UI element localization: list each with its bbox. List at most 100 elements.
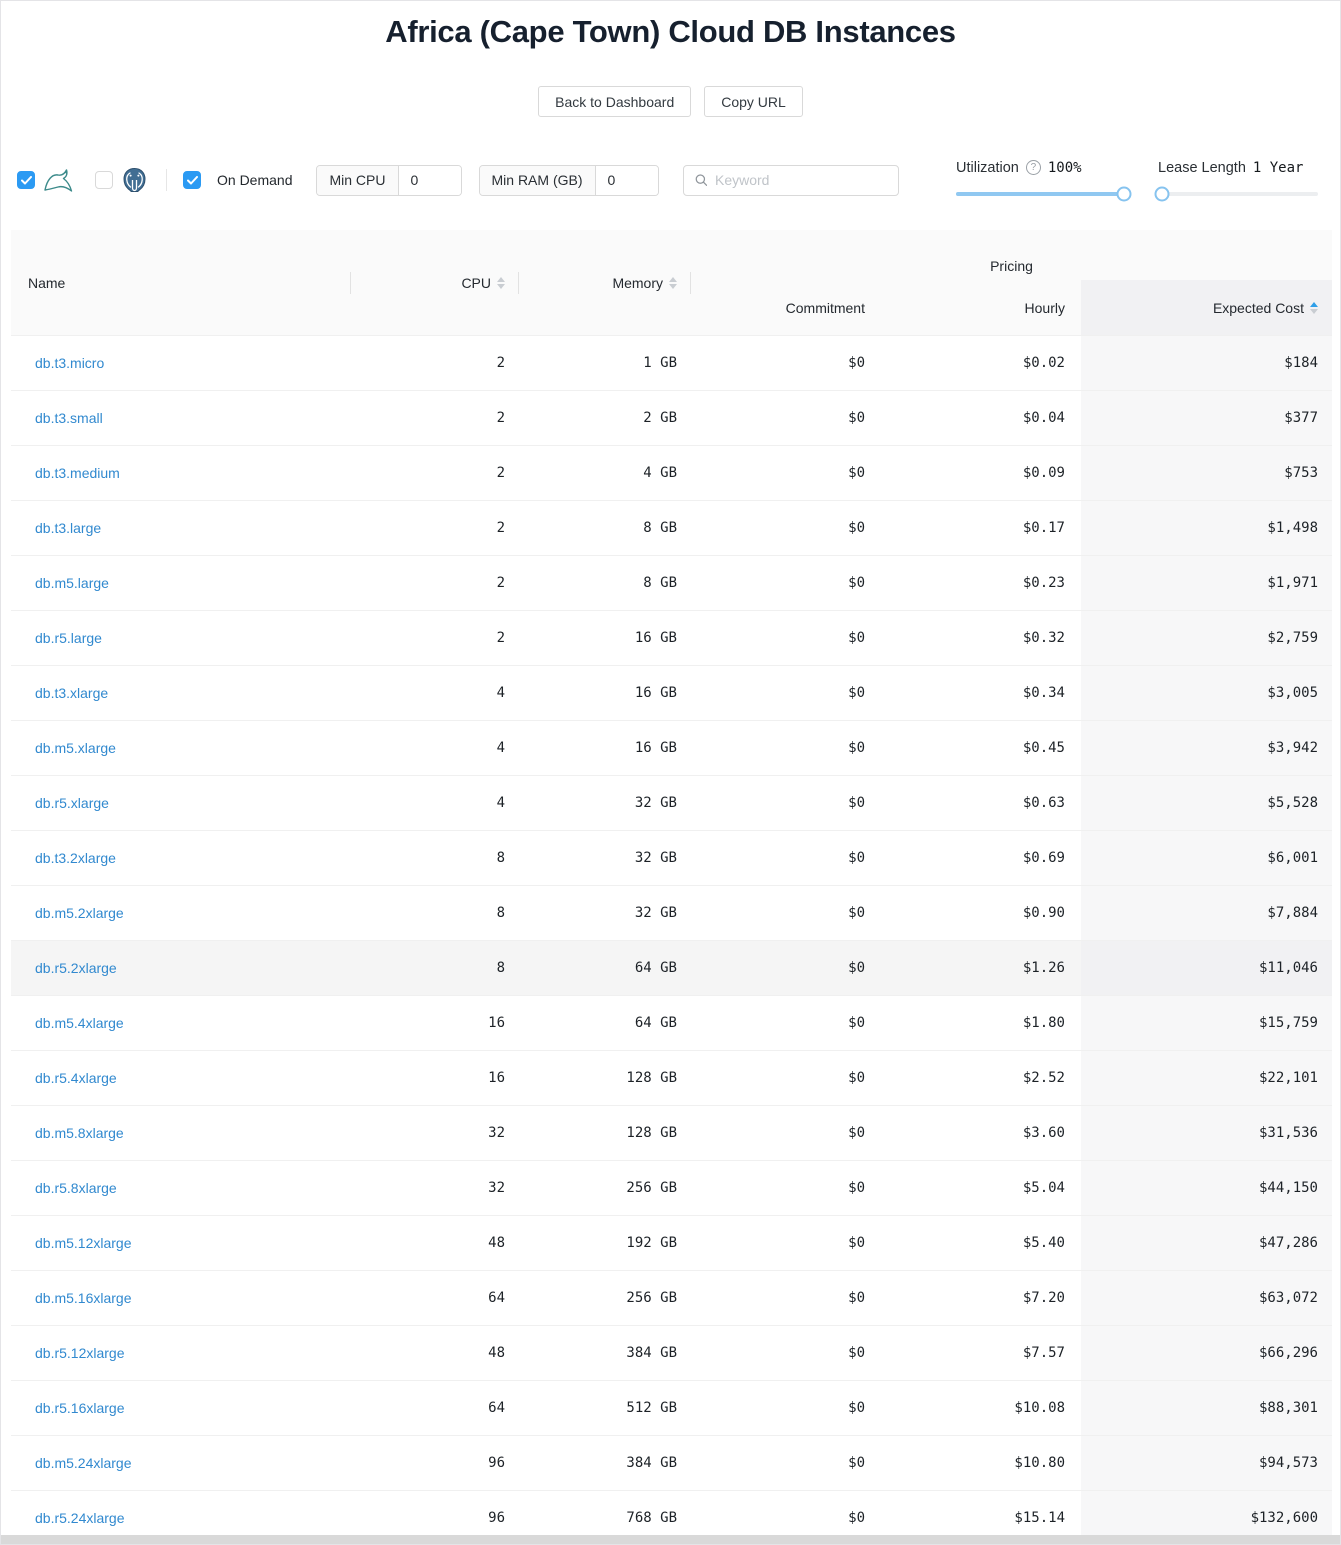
commitment-cell: $0	[691, 1381, 881, 1435]
table-row[interactable]: db.m5.12xlarge 48 192 GB $0 $5.40 $47,28…	[11, 1215, 1332, 1270]
instance-link[interactable]: db.m5.4xlarge	[35, 1015, 124, 1031]
instance-link[interactable]: db.t3.large	[35, 520, 101, 536]
instance-link[interactable]: db.t3.micro	[35, 355, 104, 371]
hourly-cell: $0.04	[881, 391, 1081, 445]
memory-cell: 8 GB	[519, 501, 691, 555]
filter-divider	[166, 169, 167, 191]
table-row[interactable]: db.t3.xlarge 4 16 GB $0 $0.34 $3,005	[11, 665, 1332, 720]
instance-link[interactable]: db.m5.16xlarge	[35, 1290, 132, 1306]
instance-link[interactable]: db.m5.2xlarge	[35, 905, 124, 921]
utilization-slider-handle[interactable]	[1117, 186, 1132, 201]
expected-cost-cell: $31,536	[1081, 1106, 1332, 1160]
table-row[interactable]: db.m5.24xlarge 96 384 GB $0 $10.80 $94,5…	[11, 1435, 1332, 1490]
instance-link[interactable]: db.r5.24xlarge	[35, 1510, 125, 1526]
instance-link[interactable]: db.t3.small	[35, 410, 103, 426]
mysql-checkbox[interactable]	[17, 171, 35, 189]
instance-link[interactable]: db.m5.xlarge	[35, 740, 116, 756]
table-row[interactable]: db.m5.16xlarge 64 256 GB $0 $7.20 $63,07…	[11, 1270, 1332, 1325]
table-row[interactable]: db.t3.large 2 8 GB $0 $0.17 $1,498	[11, 500, 1332, 555]
instance-link[interactable]: db.m5.large	[35, 575, 109, 591]
filter-bar: On Demand Min CPU Min RAM (GB) Utilizati…	[1, 158, 1340, 202]
cpu-cell: 8	[351, 831, 519, 885]
table-row[interactable]: db.m5.large 2 8 GB $0 $0.23 $1,971	[11, 555, 1332, 610]
cpu-cell: 4	[351, 776, 519, 830]
min-cpu-input[interactable]	[399, 166, 461, 195]
expected-cost-cell: $2,759	[1081, 611, 1332, 665]
hourly-cell: $0.32	[881, 611, 1081, 665]
lease-length-value: 1 Year	[1253, 160, 1304, 176]
postgres-checkbox[interactable]	[95, 171, 113, 189]
column-header-memory[interactable]: Memory	[519, 230, 691, 335]
cpu-cell: 8	[351, 941, 519, 995]
instance-link[interactable]: db.r5.large	[35, 630, 102, 646]
instance-link[interactable]: db.m5.12xlarge	[35, 1235, 132, 1251]
instance-link[interactable]: db.r5.8xlarge	[35, 1180, 117, 1196]
instance-link[interactable]: db.r5.12xlarge	[35, 1345, 125, 1361]
mysql-filter[interactable]	[17, 167, 75, 193]
min-ram-input[interactable]	[596, 166, 658, 195]
help-icon[interactable]: ?	[1026, 160, 1041, 175]
commitment-cell: $0	[691, 1326, 881, 1380]
back-to-dashboard-button[interactable]: Back to Dashboard	[538, 86, 691, 117]
table-body: db.t3.micro 2 1 GB $0 $0.02 $184 db.t3.s…	[11, 335, 1332, 1545]
column-header-expected-cost[interactable]: Expected Cost	[1081, 280, 1332, 335]
table-row[interactable]: db.m5.8xlarge 32 128 GB $0 $3.60 $31,536	[11, 1105, 1332, 1160]
memory-cell: 384 GB	[519, 1326, 691, 1380]
cpu-cell: 2	[351, 501, 519, 555]
commitment-cell: $0	[691, 336, 881, 390]
sort-icon-cpu	[497, 277, 505, 289]
memory-cell: 16 GB	[519, 721, 691, 775]
commitment-cell: $0	[691, 446, 881, 500]
copy-url-button[interactable]: Copy URL	[704, 86, 803, 117]
hourly-cell: $0.69	[881, 831, 1081, 885]
memory-cell: 4 GB	[519, 446, 691, 500]
instance-link[interactable]: db.m5.24xlarge	[35, 1455, 132, 1471]
sort-icon-expected-cost-active	[1310, 302, 1318, 314]
min-cpu-group: Min CPU	[316, 165, 461, 196]
on-demand-filter[interactable]: On Demand	[183, 171, 292, 189]
postgres-elephant-icon	[121, 167, 148, 194]
instance-link[interactable]: db.t3.xlarge	[35, 685, 108, 701]
table-row[interactable]: db.t3.small 2 2 GB $0 $0.04 $377	[11, 390, 1332, 445]
instance-link[interactable]: db.m5.8xlarge	[35, 1125, 124, 1141]
expected-cost-cell: $7,884	[1081, 886, 1332, 940]
table-row[interactable]: db.t3.medium 2 4 GB $0 $0.09 $753	[11, 445, 1332, 500]
column-header-name: Name	[11, 230, 351, 335]
column-header-cpu[interactable]: CPU	[351, 230, 519, 335]
instance-link[interactable]: db.r5.16xlarge	[35, 1400, 125, 1416]
action-bar: Back to Dashboard Copy URL	[1, 86, 1340, 117]
table-row[interactable]: db.m5.2xlarge 8 32 GB $0 $0.90 $7,884	[11, 885, 1332, 940]
utilization-slider[interactable]	[956, 187, 1124, 201]
keyword-search[interactable]	[683, 165, 899, 196]
bottom-scrollbar[interactable]	[1, 1535, 1340, 1544]
instances-table: Name CPU Memory Pricing Commitment Hourl…	[11, 230, 1332, 1545]
keyword-input[interactable]	[715, 172, 887, 188]
table-row[interactable]: db.r5.4xlarge 16 128 GB $0 $2.52 $22,101	[11, 1050, 1332, 1105]
expected-cost-cell: $44,150	[1081, 1161, 1332, 1215]
table-row[interactable]: db.m5.4xlarge 16 64 GB $0 $1.80 $15,759	[11, 995, 1332, 1050]
table-row[interactable]: db.r5.12xlarge 48 384 GB $0 $7.57 $66,29…	[11, 1325, 1332, 1380]
instance-link[interactable]: db.r5.4xlarge	[35, 1070, 117, 1086]
instance-link[interactable]: db.r5.2xlarge	[35, 960, 117, 976]
instance-link[interactable]: db.t3.medium	[35, 465, 120, 481]
table-row[interactable]: db.r5.16xlarge 64 512 GB $0 $10.08 $88,3…	[11, 1380, 1332, 1435]
lease-length-slider[interactable]	[1158, 187, 1318, 201]
cpu-cell: 64	[351, 1381, 519, 1435]
cpu-cell: 96	[351, 1436, 519, 1490]
table-row[interactable]: db.t3.2xlarge 8 32 GB $0 $0.69 $6,001	[11, 830, 1332, 885]
table-row[interactable]: db.t3.micro 2 1 GB $0 $0.02 $184	[11, 335, 1332, 390]
instance-link[interactable]: db.r5.xlarge	[35, 795, 109, 811]
table-row[interactable]: db.r5.large 2 16 GB $0 $0.32 $2,759	[11, 610, 1332, 665]
commitment-cell: $0	[691, 501, 881, 555]
postgres-filter[interactable]	[95, 167, 148, 194]
table-row[interactable]: db.r5.2xlarge 8 64 GB $0 $1.26 $11,046	[11, 940, 1332, 995]
table-row[interactable]: db.m5.xlarge 4 16 GB $0 $0.45 $3,942	[11, 720, 1332, 775]
lease-length-slider-handle[interactable]	[1155, 186, 1170, 201]
memory-cell: 16 GB	[519, 666, 691, 720]
expected-cost-cell: $66,296	[1081, 1326, 1332, 1380]
memory-cell: 64 GB	[519, 941, 691, 995]
on-demand-checkbox[interactable]	[183, 171, 201, 189]
table-row[interactable]: db.r5.8xlarge 32 256 GB $0 $5.04 $44,150	[11, 1160, 1332, 1215]
instance-link[interactable]: db.t3.2xlarge	[35, 850, 116, 866]
table-row[interactable]: db.r5.xlarge 4 32 GB $0 $0.63 $5,528	[11, 775, 1332, 830]
